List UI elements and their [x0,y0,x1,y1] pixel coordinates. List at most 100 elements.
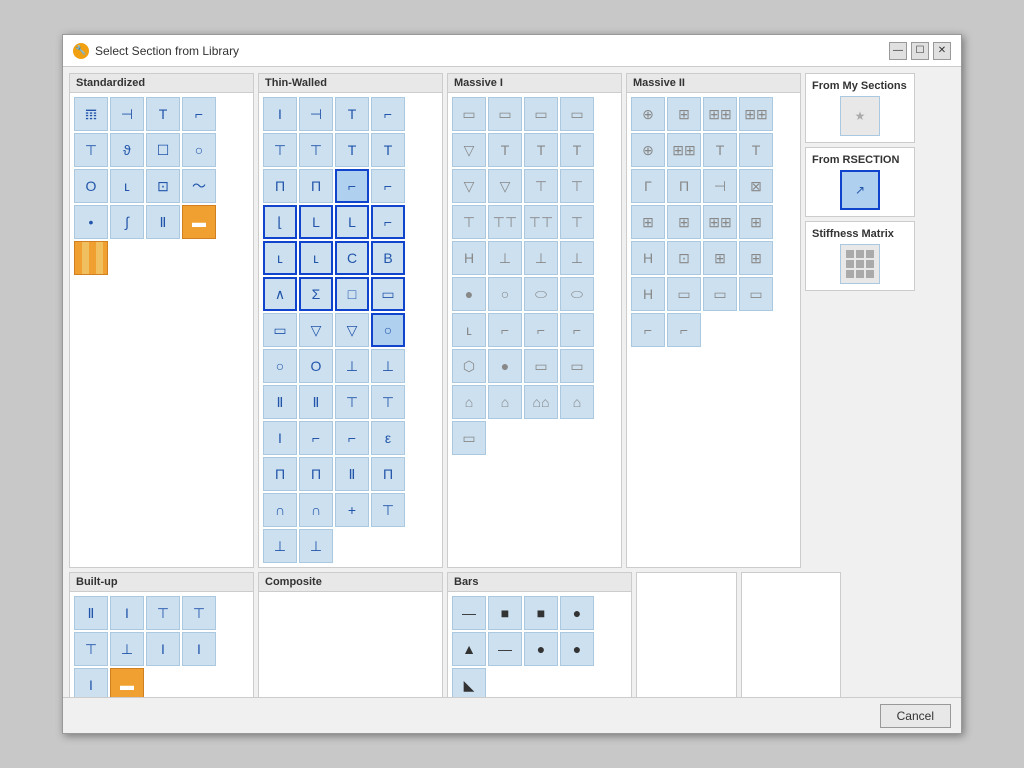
mii-icon-12[interactable]: ⊠ [739,169,773,203]
bar-icon-3[interactable]: ■ [524,596,558,630]
mii-icon-20[interactable]: ⊞ [739,241,773,275]
from-my-sections-icon[interactable]: ★ [840,96,880,136]
tw-icon-44[interactable]: Π [371,457,405,491]
tw-icon-42[interactable]: Π [299,457,333,491]
bar-icon-9[interactable]: ◣ [452,668,486,697]
mi-icon-14[interactable]: ⊤⊤ [488,205,522,239]
tw-icon-16[interactable]: ⌐ [371,205,405,239]
tw-icon-12[interactable]: ⌐ [371,169,405,203]
mii-icon-25[interactable]: ⌐ [631,313,665,347]
bar-icon-2[interactable]: ■ [488,596,522,630]
tw-icon-21[interactable]: ∧ [263,277,297,311]
tw-icon-20[interactable]: B [371,241,405,275]
tw-icon-25[interactable]: ▭ [263,313,297,347]
icon-ibeam2[interactable]: Ⅱ [146,205,180,239]
mii-icon-10[interactable]: Π [667,169,701,203]
mii-icon-8[interactable]: T [739,133,773,167]
mii-icon-18[interactable]: ⊡ [667,241,701,275]
tw-icon-31[interactable]: ⊥ [335,349,369,383]
mi-icon-27[interactable]: ⌐ [524,313,558,347]
mi-icon-30[interactable]: ● [488,349,522,383]
mii-icon-7[interactable]: T [703,133,737,167]
maximize-button[interactable]: ☐ [911,42,929,60]
bu-icon-9[interactable]: I [74,668,108,697]
tw-icon-35[interactable]: ⊤ [335,385,369,419]
mii-icon-26[interactable]: ⌐ [667,313,701,347]
bu-icon-6[interactable]: ⊥ [110,632,144,666]
mii-icon-21[interactable]: H [631,277,665,311]
tw-icon-18[interactable]: ʟ [299,241,333,275]
tw-icon-49[interactable]: ⊥ [263,529,297,563]
tw-icon-46[interactable]: ∩ [299,493,333,527]
bar-icon-8[interactable]: ● [560,632,594,666]
bu-icon-1[interactable]: Ⅱ [74,596,108,630]
mii-icon-14[interactable]: ⊞ [667,205,701,239]
bar-icon-6[interactable]: — [488,632,522,666]
tw-icon-14[interactable]: L [299,205,333,239]
tw-icon-48[interactable]: ⊤ [371,493,405,527]
mi-icon-6[interactable]: T [488,133,522,167]
bar-icon-5[interactable]: ▲ [452,632,486,666]
mii-icon-23[interactable]: ▭ [703,277,737,311]
icon-l-shape[interactable]: ʟ [110,169,144,203]
mi-icon-35[interactable]: ⌂⌂ [524,385,558,419]
bu-icon-2[interactable]: I [110,596,144,630]
tw-icon-45[interactable]: ∩ [263,493,297,527]
mi-icon-36[interactable]: ⌂ [560,385,594,419]
icon-circle[interactable]: ○ [182,133,216,167]
tw-icon-50[interactable]: ⊥ [299,529,333,563]
mii-icon-13[interactable]: ⊞ [631,205,665,239]
mi-icon-23[interactable]: ⬭ [524,277,558,311]
mi-icon-7[interactable]: T [524,133,558,167]
tw-icon-6[interactable]: ⊤ [299,133,333,167]
icon-striped[interactable] [74,241,108,275]
tw-icon-1[interactable]: I [263,97,297,131]
tw-icon-34[interactable]: Ⅱ [299,385,333,419]
mi-icon-18[interactable]: ⊥ [488,241,522,275]
mi-icon-31[interactable]: ▭ [524,349,558,383]
bu-icon-8[interactable]: I [182,632,216,666]
mii-icon-6[interactable]: ⊞⊞ [667,133,701,167]
mii-icon-9[interactable]: Γ [631,169,665,203]
mi-icon-3[interactable]: ▭ [524,97,558,131]
tw-icon-19[interactable]: C [335,241,369,275]
mi-icon-32[interactable]: ▭ [560,349,594,383]
icon-orange-rect[interactable]: ▬ [182,205,216,239]
bu-icon-orange[interactable]: ▬ [110,668,144,697]
mii-icon-1[interactable]: ⊕ [631,97,665,131]
bar-icon-1[interactable]: — [452,596,486,630]
icon-t-section[interactable]: T [146,97,180,131]
bu-icon-7[interactable]: I [146,632,180,666]
tw-icon-2[interactable]: ⊣ [299,97,333,131]
mi-icon-13[interactable]: ⊤ [452,205,486,239]
stiffness-matrix-icon[interactable] [840,244,880,284]
mi-icon-21[interactable]: ● [452,277,486,311]
mi-icon-10[interactable]: ▽ [488,169,522,203]
tw-icon-3[interactable]: T [335,97,369,131]
tw-icon-32[interactable]: ⊥ [371,349,405,383]
mi-icon-1[interactable]: ▭ [452,97,486,131]
icon-zed[interactable]: ϑ [110,133,144,167]
icon-i-beam[interactable]: 𝌠 [74,97,108,131]
tw-icon-23[interactable]: □ [335,277,369,311]
tw-icon-9[interactable]: Π [263,169,297,203]
icon-channel[interactable]: ⊣ [110,97,144,131]
tw-icon-36[interactable]: ⊤ [371,385,405,419]
icon-oval[interactable]: O [74,169,108,203]
tw-icon-13[interactable]: ⌊ [263,205,297,239]
mi-icon-33[interactable]: ⌂ [452,385,486,419]
tw-icon-30[interactable]: O [299,349,333,383]
mii-icon-5[interactable]: ⊕ [631,133,665,167]
mi-icon-16[interactable]: ⊤ [560,205,594,239]
bu-icon-5[interactable]: ⊤ [74,632,108,666]
tw-icon-26[interactable]: ▽ [299,313,333,347]
mi-icon-25[interactable]: ʟ [452,313,486,347]
minimize-button[interactable]: — [889,42,907,60]
mi-icon-4[interactable]: ▭ [560,97,594,131]
bar-icon-4[interactable]: ● [560,596,594,630]
mii-icon-15[interactable]: ⊞⊞ [703,205,737,239]
icon-invt[interactable]: ⊤ [74,133,108,167]
mi-icon-22[interactable]: ○ [488,277,522,311]
mii-icon-17[interactable]: H [631,241,665,275]
mi-icon-20[interactable]: ⊥ [560,241,594,275]
